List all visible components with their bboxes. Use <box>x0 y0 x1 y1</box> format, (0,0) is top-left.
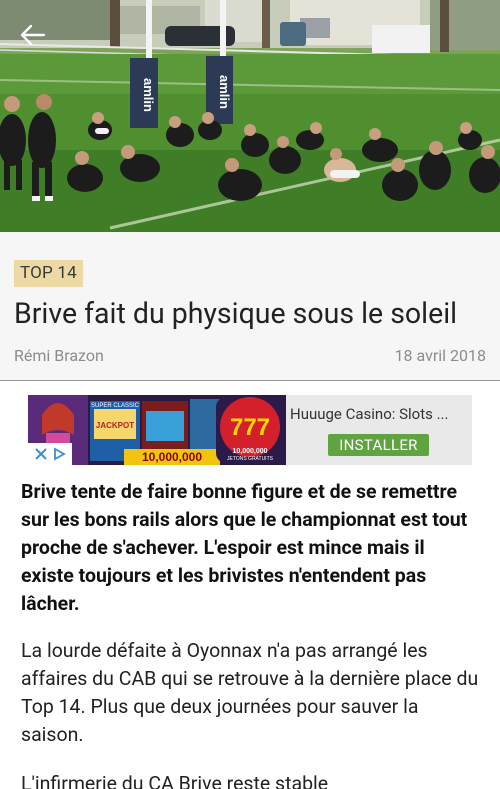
hero-photo: amlin amlin <box>0 0 500 232</box>
ad-jackpot-text: JACKPOT <box>96 421 134 430</box>
ad-image[interactable]: SUPER CLASSIC JACKPOT 10,000,000 777 10,… <box>28 395 286 465</box>
adchoices-icon[interactable] <box>52 447 66 461</box>
ad-amount-text: 10,000,000 <box>142 450 202 464</box>
article-page: amlin amlin TOP 14 Brive fait du physiqu… <box>0 0 500 789</box>
ad-free-chips-amount: 10,000,000 <box>232 448 267 455</box>
article-author[interactable]: Rémi Brazon <box>14 346 104 365</box>
article-lead: Brive tente de faire bonne figure et de … <box>21 480 468 615</box>
ad-777-text: 777 <box>230 414 270 441</box>
back-button[interactable] <box>20 24 56 56</box>
article-paragraph: La lourde défaite à Oyonnax n'a pas arra… <box>21 639 479 746</box>
article-date: 18 avril 2018 <box>394 346 486 365</box>
ad-title[interactable]: Huuuge Casino: Slots ... <box>290 405 468 423</box>
category-tag[interactable]: TOP 14 <box>14 260 83 287</box>
banner-right-text: amlin <box>217 75 232 109</box>
ad-free-chips-text: JETONS GRATUITS <box>227 456 274 462</box>
arrow-left-icon <box>20 24 46 46</box>
article-title: Brive fait du physique sous le soleil <box>14 297 458 330</box>
hero-photo-illustration: amlin amlin <box>0 0 500 232</box>
ad-choices[interactable] <box>28 443 72 465</box>
banner-left-text: amlin <box>141 78 156 112</box>
ad-banner[interactable]: SUPER CLASSIC JACKPOT 10,000,000 777 10,… <box>28 395 472 465</box>
article-header: TOP 14 Brive fait du physique sous le so… <box>0 232 500 380</box>
ad-super-classic-text: SUPER CLASSIC <box>91 403 140 409</box>
ad-install-button[interactable]: INSTALLER <box>328 434 429 456</box>
article-paragraph: L'infirmerie du CA Brive reste stable <box>21 772 329 789</box>
close-icon[interactable] <box>34 447 48 461</box>
header-divider <box>0 380 500 381</box>
